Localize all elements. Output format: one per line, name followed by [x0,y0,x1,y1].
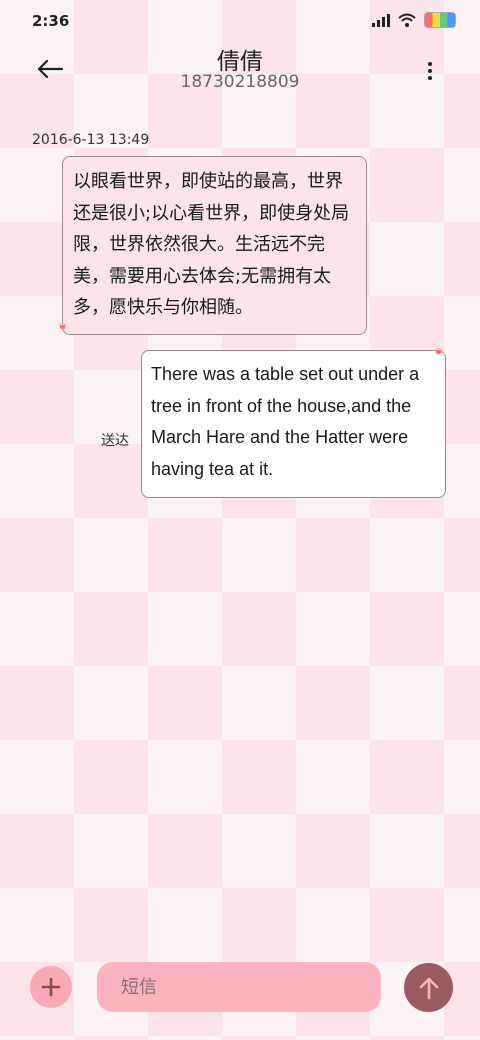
message-timestamp: 2016-6-13 13:49 [32,132,150,148]
send-button[interactable] [404,963,453,1012]
plus-icon [41,977,61,997]
status-icons [372,12,456,28]
add-attachment-button[interactable] [30,966,72,1008]
conversation-header: 倩倩 18730218809 [0,40,480,100]
signal-icon [372,13,390,27]
delivery-status: 送达 [101,433,129,449]
candy-decoration-icon: 🍬 [56,320,70,333]
arrow-up-icon [419,977,438,999]
contact-number: 18730218809 [180,72,300,92]
status-time: 2:36 [32,12,70,30]
sms-conversation-screen: 2:36 倩倩 18730218809 2016-6-13 13:49 以眼看世… [0,0,480,1040]
incoming-message-bubble[interactable]: 以眼看世界，即使站的最高，世界还是很小;以心看世界，即使身处局限，世界依然很大。… [62,156,367,335]
message-input[interactable] [97,962,381,1012]
more-vertical-icon [428,62,432,66]
status-bar: 2:36 [0,0,480,40]
candy-decoration-icon: 🍬 [432,345,446,358]
battery-icon [424,12,456,28]
more-options-button[interactable] [418,56,442,86]
wifi-icon [398,13,416,27]
contact-name: 倩倩 [217,49,263,75]
outgoing-message-bubble[interactable]: There was a table set out under a tree i… [141,350,446,498]
